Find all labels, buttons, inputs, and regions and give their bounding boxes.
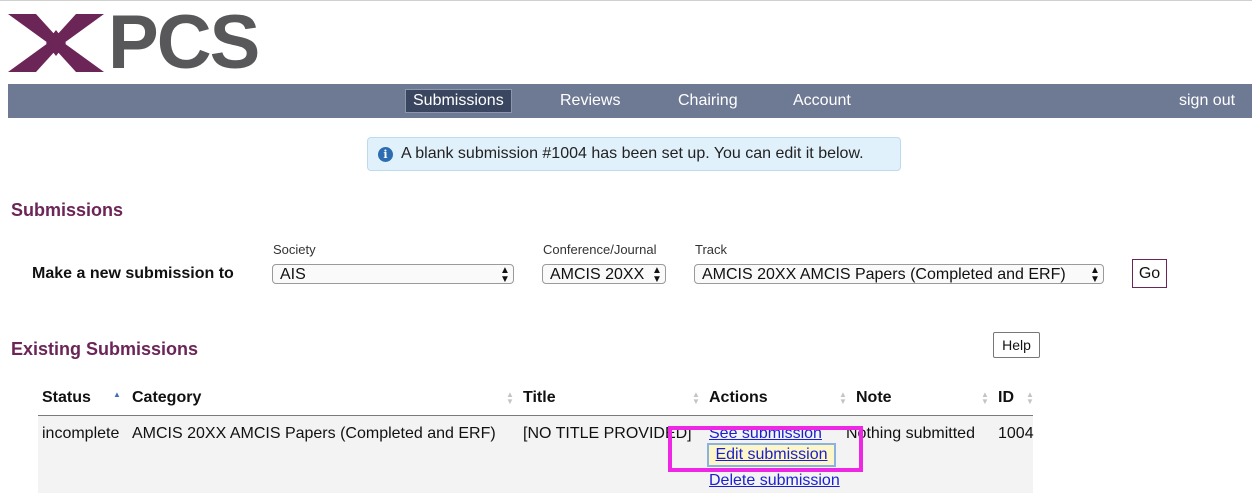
column-header-actions[interactable]: Actions (709, 389, 768, 407)
conference-select[interactable]: AMCIS 20XX ▲ ▼ (542, 264, 666, 284)
conference-select-value: AMCIS 20XX (550, 266, 645, 283)
society-label: Society (273, 242, 316, 257)
cell-title: [NO TITLE PROVIDED] (523, 425, 692, 442)
conference-label: Conference/Journal (543, 242, 657, 257)
make-new-submission-label: Make a new submission to (32, 265, 234, 282)
pcs-logo[interactable]: PCS (8, 0, 260, 85)
sort-icon[interactable]: ▲ ▼ (839, 391, 847, 406)
existing-submissions-heading: Existing Submissions (11, 339, 199, 359)
nav-chairing[interactable]: Chairing (671, 90, 745, 112)
submissions-heading: Submissions (11, 200, 124, 220)
sort-icon[interactable]: ▲ ▼ (692, 391, 700, 406)
sign-out-link[interactable]: sign out (1172, 90, 1242, 112)
info-icon: i (378, 147, 393, 162)
cell-category: AMCIS 20XX AMCIS Papers (Completed and E… (132, 425, 496, 442)
select-arrows-icon: ▲ ▼ (1090, 265, 1100, 284)
sort-ascending-icon[interactable]: ▲ (113, 391, 121, 405)
society-select-value: AIS (280, 266, 306, 283)
logo-text: PCS (108, 0, 260, 85)
track-label: Track (695, 242, 728, 257)
delete-submission-link[interactable]: Delete submission (709, 472, 840, 490)
cell-status: incomplete (42, 425, 120, 442)
highlight-box (668, 426, 863, 472)
column-header-id[interactable]: ID (998, 389, 1014, 407)
sort-icon[interactable]: ▲ ▼ (981, 391, 989, 406)
column-header-note[interactable]: Note (856, 389, 892, 407)
cell-note: Nothing submitted (846, 425, 975, 442)
sort-icon[interactable]: ▲ ▼ (506, 391, 514, 406)
info-message: i A blank submission #1004 has been set … (367, 137, 901, 171)
nav-account[interactable]: Account (786, 90, 858, 112)
help-button[interactable]: Help (993, 332, 1040, 358)
select-arrows-icon: ▲ ▼ (652, 265, 662, 284)
column-header-title[interactable]: Title (523, 389, 556, 407)
main-nav: Submissions Reviews Chairing Account sig… (8, 84, 1252, 118)
go-button[interactable]: Go (1132, 259, 1167, 288)
track-select[interactable]: AMCIS 20XX AMCIS Papers (Completed and E… (694, 264, 1104, 284)
nav-submissions[interactable]: Submissions (405, 89, 512, 113)
column-header-status[interactable]: Status (42, 389, 91, 407)
sort-icon[interactable]: ▲ ▼ (1026, 391, 1034, 406)
info-message-text: A blank submission #1004 has been set up… (401, 145, 864, 162)
society-select[interactable]: AIS ▲ ▼ (272, 264, 514, 284)
column-header-category[interactable]: Category (132, 389, 201, 407)
select-arrows-icon: ▲ ▼ (500, 265, 510, 284)
pcs-star-logo-icon (8, 14, 104, 72)
track-select-value: AMCIS 20XX AMCIS Papers (Completed and E… (702, 266, 1066, 283)
cell-id: 1004 (998, 425, 1034, 442)
nav-reviews[interactable]: Reviews (553, 90, 627, 112)
